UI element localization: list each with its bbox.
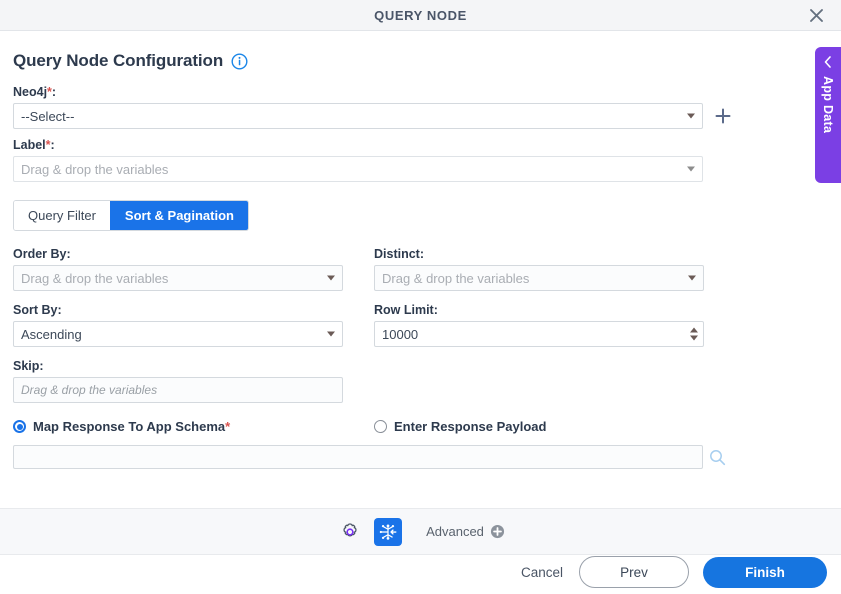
neo4j-label-colon: :: [51, 85, 57, 99]
skip-spacer: [374, 359, 704, 403]
chevron-down-icon: [687, 113, 695, 119]
row-limit-value: 10000: [382, 326, 419, 342]
radio-indicator-map-schema[interactable]: [13, 420, 26, 433]
radio-label-map-schema-text: Map Response To App Schema: [33, 419, 226, 434]
node-mapping-icon[interactable]: [374, 517, 403, 546]
tab-sort-pagination[interactable]: Sort & Pagination: [109, 201, 248, 230]
schema-picker-row: [13, 445, 828, 469]
dialog-titlebar: QUERY NODE: [0, 0, 841, 31]
chevron-down-icon: [327, 331, 335, 337]
plus-circle-icon[interactable]: [490, 524, 505, 539]
sort-pagination-grid: Order By: Drag & drop the variables Dist…: [13, 247, 828, 415]
neo4j-row: --Select--: [13, 103, 828, 129]
label-field-label-text: Label: [13, 138, 46, 152]
label-field-input[interactable]: Drag & drop the variables: [13, 156, 703, 182]
row-limit-input[interactable]: 10000: [374, 321, 704, 347]
order-by-input[interactable]: Drag & drop the variables: [13, 265, 343, 291]
bottom-toolbar: Advanced: [0, 508, 841, 555]
response-mode-radio-group: Map Response To App Schema* Enter Respon…: [13, 419, 828, 434]
skip-input[interactable]: Drag & drop the variables: [13, 377, 343, 403]
order-by-label: Order By:: [13, 247, 71, 261]
radio-label-map-schema: Map Response To App Schema*: [33, 419, 230, 434]
skip-label: Skip:: [13, 359, 44, 373]
distinct-placeholder: Drag & drop the variables: [382, 270, 530, 286]
advanced-label: Advanced: [426, 524, 484, 539]
chevron-down-icon: [688, 275, 696, 281]
prev-button[interactable]: Prev: [579, 556, 689, 588]
dialog-title: QUERY NODE: [374, 7, 467, 23]
distinct-input[interactable]: Drag & drop the variables: [374, 265, 704, 291]
tab-group: Query Filter Sort & Pagination: [13, 200, 249, 231]
schema-input[interactable]: [13, 445, 703, 469]
gear-icon[interactable]: [336, 518, 364, 546]
chevron-left-icon: [823, 56, 833, 68]
radio-enter-response-payload[interactable]: Enter Response Payload: [374, 419, 704, 434]
skip-placeholder: Drag & drop the variables: [21, 383, 158, 397]
dialog-action-buttons: Cancel Prev Finish: [519, 556, 827, 588]
tab-query-filter[interactable]: Query Filter: [14, 201, 110, 230]
row-limit-stepper[interactable]: [690, 327, 698, 341]
info-icon[interactable]: [231, 52, 248, 70]
app-data-label: App Data: [821, 76, 835, 134]
radio-label-payload: Enter Response Payload: [394, 419, 547, 434]
neo4j-label: Neo4j*:: [13, 85, 828, 99]
cancel-button[interactable]: Cancel: [519, 561, 565, 584]
add-neo4j-connection-button[interactable]: [713, 106, 733, 126]
page-title: Query Node Configuration: [13, 51, 224, 70]
row-limit-cell: Row Limit: 10000: [374, 303, 704, 347]
radio-required-mark: *: [225, 419, 231, 434]
finish-button[interactable]: Finish: [703, 556, 827, 588]
sort-by-select[interactable]: Ascending: [13, 321, 343, 347]
order-by-cell: Order By: Drag & drop the variables: [13, 247, 343, 291]
skip-cell: Skip: Drag & drop the variables: [13, 359, 343, 403]
page-title-row: Query Node Configuration: [0, 31, 841, 71]
close-icon[interactable]: [801, 0, 831, 30]
label-field-colon: :: [50, 138, 55, 152]
radio-map-response-to-app-schema[interactable]: Map Response To App Schema*: [13, 419, 343, 434]
sort-by-label: Sort By:: [13, 303, 62, 317]
radio-indicator-payload[interactable]: [374, 420, 387, 433]
stepper-down-icon[interactable]: [690, 335, 698, 341]
neo4j-label-text: Neo4j: [13, 85, 48, 99]
sort-by-cell: Sort By: Ascending: [13, 303, 343, 347]
label-field-label: Label*:: [13, 138, 828, 152]
advanced-button[interactable]: Advanced: [426, 524, 505, 539]
stepper-up-icon[interactable]: [690, 327, 698, 333]
form-area: Neo4j*: --Select-- Label*: Drag & drop t…: [0, 71, 841, 469]
label-field-placeholder: Drag & drop the variables: [21, 161, 169, 177]
neo4j-select[interactable]: --Select--: [13, 103, 703, 129]
app-data-panel-toggle[interactable]: App Data: [815, 47, 841, 183]
distinct-cell: Distinct: Drag & drop the variables: [374, 247, 704, 291]
row-limit-label: Row Limit:: [374, 303, 438, 317]
search-icon[interactable]: [709, 449, 726, 466]
sort-by-value: Ascending: [21, 326, 82, 342]
order-by-placeholder: Drag & drop the variables: [21, 270, 169, 286]
distinct-label: Distinct:: [374, 247, 424, 261]
chevron-down-icon: [687, 166, 695, 172]
chevron-down-icon: [327, 275, 335, 281]
neo4j-select-value: --Select--: [21, 108, 75, 124]
